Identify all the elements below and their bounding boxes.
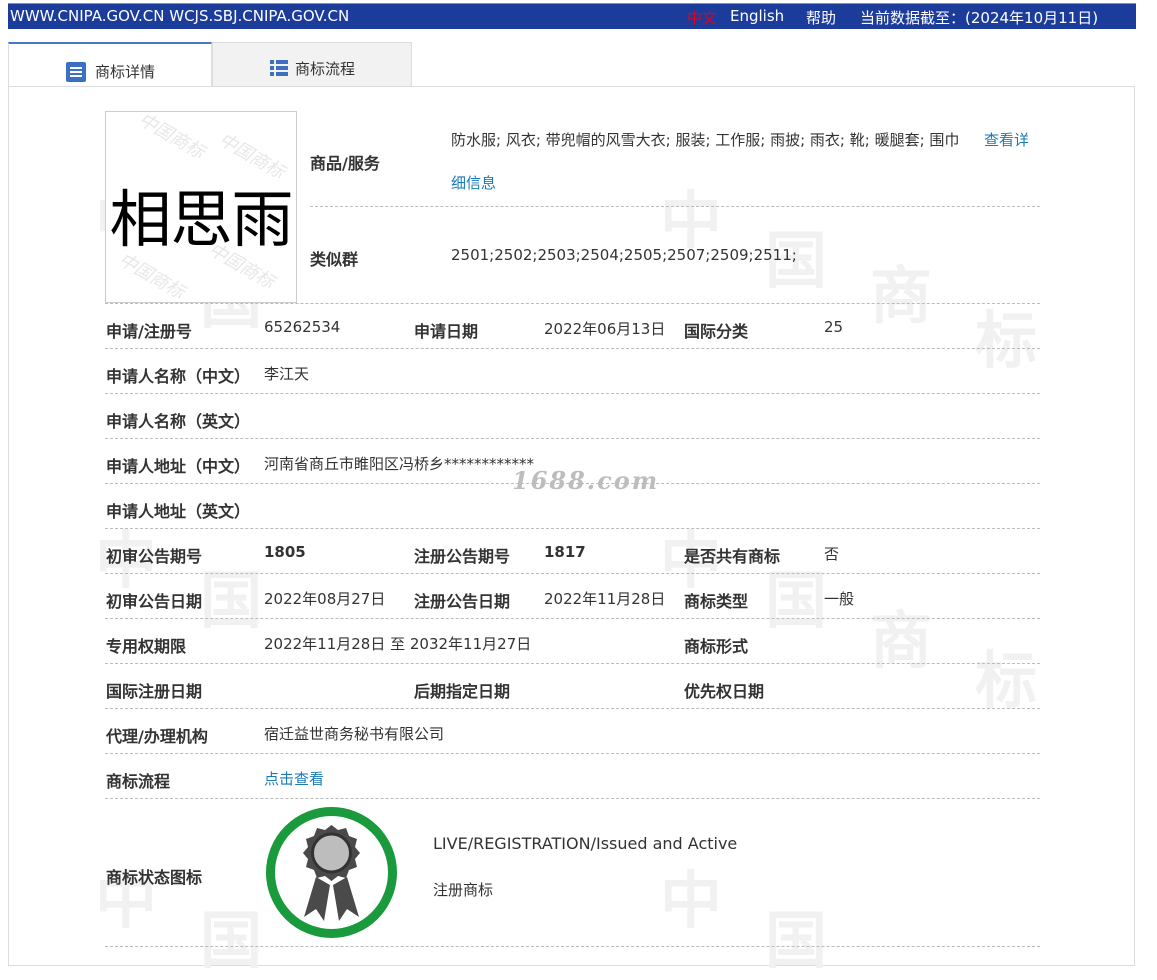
intl-reg-date-label: 国际注册日期 [106,682,203,701]
applicant-cn-label: 申请人名称（中文） [106,367,251,386]
address-cn-value: 河南省商丘市睢阳区冯桥乡************ [264,455,535,473]
goods-detail-link[interactable]: 查看详 [984,129,1029,150]
tab-label: 商标流程 [295,60,356,78]
shared-value: 否 [824,545,840,563]
divider [105,946,1040,947]
intl-class-value: 25 [824,318,844,336]
prelim-no-value: 1805 [264,543,306,561]
priority-date-label: 优先权日期 [684,682,765,701]
address-en-label: 申请人地址（英文） [106,502,251,521]
divider [105,303,1040,304]
goods-value: 防水服; 风衣; 带兜帽的风雪大衣; 服装; 工作服; 雨披; 雨衣; 靴; 暖… [451,131,960,149]
prelim-date-label: 初审公告日期 [106,592,203,611]
process-view-link[interactable]: 点击查看 [264,768,324,789]
status-en: LIVE/REGISTRATION/Issued and Active [433,834,738,853]
intl-class-label: 国际分类 [684,322,749,341]
divider [105,798,1040,799]
divider [105,708,1040,709]
site-watermark: 1688.com [512,466,660,495]
shared-label: 是否共有商标 [684,547,781,566]
table-grid-icon [269,58,289,82]
divider [105,393,1040,394]
data-as-of: 当前数据截至：(2024年10月11日) [860,9,1099,27]
bg-watermark: 商 [870,604,933,677]
list-doc-icon [65,61,87,87]
reg-no-value: 65262534 [264,318,341,336]
reg-pub-date-value: 2022年11月28日 [544,590,666,608]
site-domains[interactable]: WWW.CNIPA.GOV.CN WCJS.SBJ.CNIPA.GOV.CN [10,7,349,25]
trademark-image: 中国商标 中国商标 中国商标 中国商标 相思雨 [105,111,297,303]
address-cn-label: 申请人地址（中文） [106,457,251,476]
bg-watermark: 国 [200,564,263,637]
lang-chinese-link[interactable]: 中文 [687,7,717,28]
reg-no-label: 申请/注册号 [106,322,192,341]
app-date-value: 2022年06月13日 [544,320,666,338]
divider [105,438,1040,439]
term-label: 专用权期限 [106,637,187,656]
similar-group-value: 2501;2502;2503;2504;2505;2507;2509;2511; [451,246,797,264]
tm-type-value: 一般 [824,590,855,608]
bg-watermark: 商 [870,259,933,332]
divider [105,618,1040,619]
divider [105,348,1040,349]
top-bar: WWW.CNIPA.GOV.CN WCJS.SBJ.CNIPA.GOV.CN 中… [8,3,1136,29]
app-date-label: 申请日期 [414,322,479,341]
applicant-en-label: 申请人名称（英文） [106,412,251,431]
tm-form-label: 商标形式 [684,637,749,656]
process-label: 商标流程 [106,772,171,791]
term-value: 2022年11月28日 至 2032年11月27日 [264,635,532,653]
applicant-cn-value: 李江天 [264,365,310,383]
prelim-no-label: 初审公告期号 [106,547,203,566]
registered-badge-icon [264,805,399,940]
agent-label: 代理/办理机构 [106,727,208,746]
goods-detail-link-cont[interactable]: 细信息 [451,172,496,193]
reg-pub-no-label: 注册公告期号 [414,547,511,566]
lang-english-link[interactable]: English [730,7,784,25]
tab-trademark-details[interactable]: 商标详情 [8,42,212,87]
similar-group-label: 类似群 [310,250,359,269]
tab-label: 商标详情 [95,63,156,81]
agent-value: 宿迁益世商务秘书有限公司 [264,725,445,743]
status-icon-label: 商标状态图标 [106,868,203,887]
status-cn: 注册商标 [433,881,494,899]
tab-trademark-process[interactable]: 商标流程 [212,42,412,87]
bg-watermark: 标 [975,644,1038,717]
divider [105,753,1040,754]
bg-watermark: 中 [660,864,723,937]
divider [105,573,1040,574]
reg-pub-no-value: 1817 [544,543,586,561]
goods-label: 商品/服务 [310,154,380,173]
bg-watermark: 国 [200,904,263,977]
divider [105,663,1040,664]
divider [310,206,1040,207]
help-link[interactable]: 帮助 [806,7,836,28]
bg-watermark: 国 [765,904,828,977]
prelim-date-value: 2022年08月27日 [264,590,386,608]
divider [105,528,1040,529]
later-date-label: 后期指定日期 [414,682,511,701]
tm-type-label: 商标类型 [684,592,749,611]
trademark-word: 相思雨 [109,183,293,256]
reg-pub-date-label: 注册公告日期 [414,592,511,611]
